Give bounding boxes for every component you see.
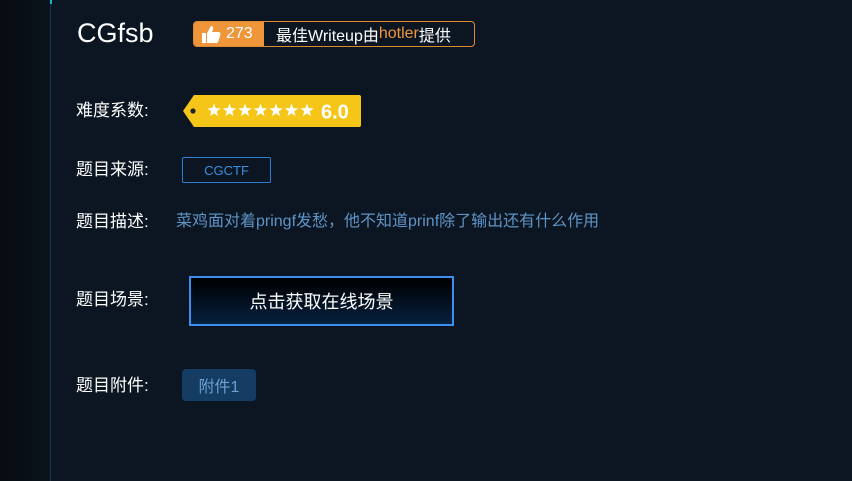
tag-hole-icon <box>190 108 196 114</box>
attachment-download-button[interactable]: 附件1 <box>182 369 256 401</box>
writeup-badge: 273 最佳Writeup由 hotler 提供 <box>193 21 475 47</box>
challenge-title: CGfsb <box>77 18 154 48</box>
content-divider <box>50 0 51 481</box>
left-sidebar-shade <box>0 0 50 481</box>
attachment-label: 题目附件: <box>76 376 149 395</box>
writeup-author[interactable]: hotler <box>379 25 419 43</box>
difficulty-value: 6.0 <box>321 102 349 124</box>
like-count: 273 <box>226 25 253 42</box>
like-button[interactable]: 273 <box>194 22 264 46</box>
scene-label: 题目场景: <box>76 290 149 309</box>
difficulty-rating-tag: 6.0 <box>182 94 362 128</box>
divider-accent <box>50 0 52 4</box>
writeup-suffix: 提供 <box>418 28 451 45</box>
source-tag[interactable]: CGCTF <box>182 157 271 183</box>
description-text: 菜鸡面对着pringf发愁，他不知道prinf除了输出还有什么作用 <box>176 213 600 230</box>
source-label: 题目来源: <box>76 160 149 179</box>
get-online-scene-button[interactable]: 点击获取在线场景 <box>189 276 454 326</box>
thumbs-up-icon <box>202 26 221 43</box>
difficulty-label: 难度系数: <box>76 101 149 120</box>
writeup-prefix: 最佳Writeup由 <box>276 28 379 45</box>
description-label: 题目描述: <box>76 212 149 231</box>
writeup-credit[interactable]: 最佳Writeup由 hotler 提供 <box>264 22 451 46</box>
